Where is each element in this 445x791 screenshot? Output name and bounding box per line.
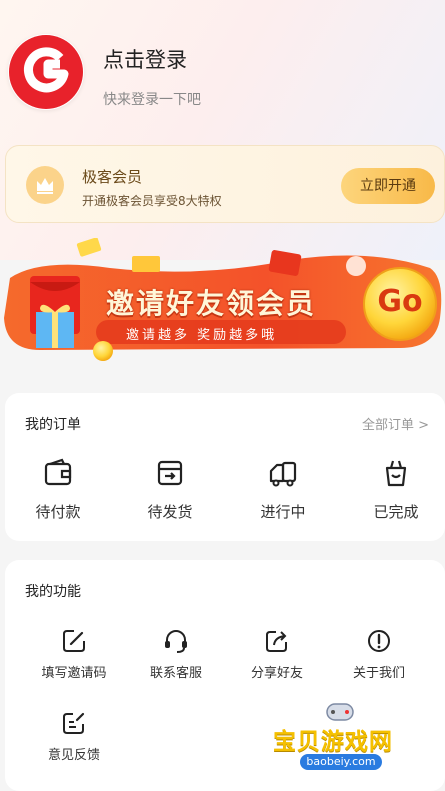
shipping-box-icon <box>157 460 183 486</box>
avatar[interactable] <box>8 34 84 110</box>
func-customer-service[interactable]: 联系客服 <box>126 628 226 681</box>
edit-icon <box>63 630 85 652</box>
func-label: 填写邀请码 <box>41 666 107 681</box>
feedback-icon <box>63 712 85 734</box>
truck-icon <box>269 461 297 487</box>
func-label: 意见反馈 <box>47 748 100 763</box>
order-pending-shipment[interactable]: 待发货 <box>125 457 215 522</box>
func-share-friends[interactable]: 分享好友 <box>227 628 327 681</box>
watermark-url: baobeiy.com <box>300 754 382 770</box>
vip-title: 极客会员 <box>82 168 143 186</box>
headset-icon <box>165 630 187 653</box>
vip-open-button[interactable]: 立即开通 <box>341 168 435 204</box>
func-label: 关于我们 <box>352 666 405 681</box>
wallet-icon <box>44 458 72 486</box>
vip-card[interactable]: 极客会员 开通极客会员享受8大特权 立即开通 <box>5 145 445 223</box>
crown-icon <box>26 166 64 204</box>
order-in-progress[interactable]: 进行中 <box>238 457 328 522</box>
banner-title: 邀请好友领会员 <box>106 287 317 320</box>
watermark-text: 宝贝游戏网 <box>273 729 393 755</box>
func-label: 分享好友 <box>250 666 303 681</box>
bag-icon <box>385 460 407 487</box>
func-feedback[interactable]: 意见反馈 <box>24 710 124 763</box>
func-about-us[interactable]: 关于我们 <box>329 628 429 681</box>
vip-subtitle: 开通极客会员享受8大特权 <box>82 194 222 208</box>
orders-title: 我的订单 <box>25 417 81 433</box>
order-label: 待付款 <box>35 503 81 521</box>
func-invite-code[interactable]: 填写邀请码 <box>24 628 124 681</box>
share-icon <box>266 631 287 652</box>
order-label: 进行中 <box>260 503 306 521</box>
functions-title: 我的功能 <box>25 584 81 600</box>
all-orders-link[interactable]: 全部订单 > <box>362 414 429 433</box>
order-completed[interactable]: 已完成 <box>351 457 441 522</box>
banner-subtitle: 邀请越多 奖励越多哦 <box>126 328 278 343</box>
banner-go-button[interactable]: Go <box>372 284 428 324</box>
func-label: 联系客服 <box>149 666 202 681</box>
login-title[interactable]: 点击登录 <box>103 44 187 74</box>
login-subtitle: 快来登录一下吧 <box>103 92 201 108</box>
app-logo-icon <box>9 35 83 109</box>
order-label: 待发货 <box>147 503 193 521</box>
orders-card: 我的订单 全部订单 > 待付款 待发货 进行中 已完成 <box>5 393 445 541</box>
info-icon <box>368 630 390 652</box>
order-pending-payment[interactable]: 待付款 <box>13 457 103 522</box>
order-label: 已完成 <box>373 503 419 521</box>
